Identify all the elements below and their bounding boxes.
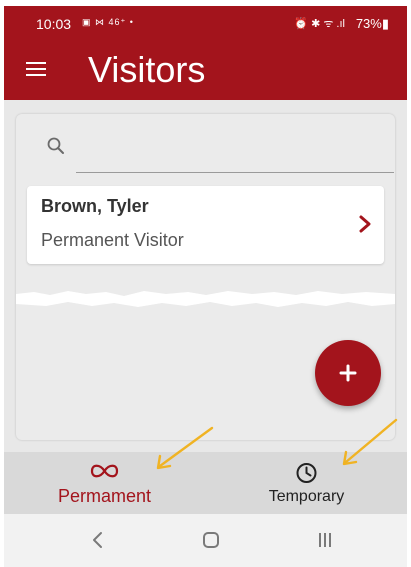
bottom-tab-bar: Permament Temporary — [4, 452, 407, 514]
hamburger-menu-icon[interactable] — [26, 62, 46, 78]
visitor-type: Permanent Visitor — [41, 230, 184, 250]
status-bar: 10:03 ▣ ⋈ 46⁺ • ⏰ ✱ ᯤ .ıl 73%▮ — [4, 6, 407, 40]
home-icon[interactable] — [196, 528, 226, 552]
notification-icons: ▣ ⋈ 46⁺ • — [82, 17, 134, 27]
torn-edge-divider — [16, 291, 395, 307]
chevron-right-icon — [359, 215, 371, 233]
page-title: Visitors — [88, 49, 206, 90]
tab-temporary-label: Temporary — [268, 488, 345, 505]
clock-icon — [296, 463, 317, 483]
visitor-name: Brown, Tyler — [41, 196, 149, 216]
battery-level: 73%▮ — [355, 16, 389, 31]
plus-icon — [339, 364, 357, 382]
app-screen: 10:03 ▣ ⋈ 46⁺ • ⏰ ✱ ᯤ .ıl 73%▮ Visitors … — [0, 0, 411, 567]
status-time: 10:03 — [36, 16, 72, 32]
main-content: Brown, Tyler Permanent Visitor — [4, 100, 407, 452]
recents-icon[interactable] — [310, 528, 340, 552]
search-icon — [47, 137, 64, 154]
system-status-icons: ⏰ ✱ ᯤ .ıl — [294, 18, 345, 30]
system-nav-bar — [4, 514, 407, 567]
infinity-icon — [90, 464, 119, 478]
add-visitor-button[interactable] — [315, 340, 381, 406]
visitor-list-panel: Brown, Tyler Permanent Visitor — [16, 114, 395, 440]
tab-permanent-label: Permament — [57, 486, 152, 506]
search-input[interactable] — [76, 130, 394, 173]
back-icon[interactable] — [83, 528, 113, 552]
app-header: 10:03 ▣ ⋈ 46⁺ • ⏰ ✱ ᯤ .ıl 73%▮ Visitors — [4, 6, 407, 100]
visitor-list-item[interactable]: Brown, Tyler Permanent Visitor — [27, 186, 384, 264]
tab-temporary[interactable]: Temporary — [206, 452, 407, 514]
search-row — [16, 114, 395, 174]
tab-permanent[interactable]: Permament — [4, 452, 205, 514]
